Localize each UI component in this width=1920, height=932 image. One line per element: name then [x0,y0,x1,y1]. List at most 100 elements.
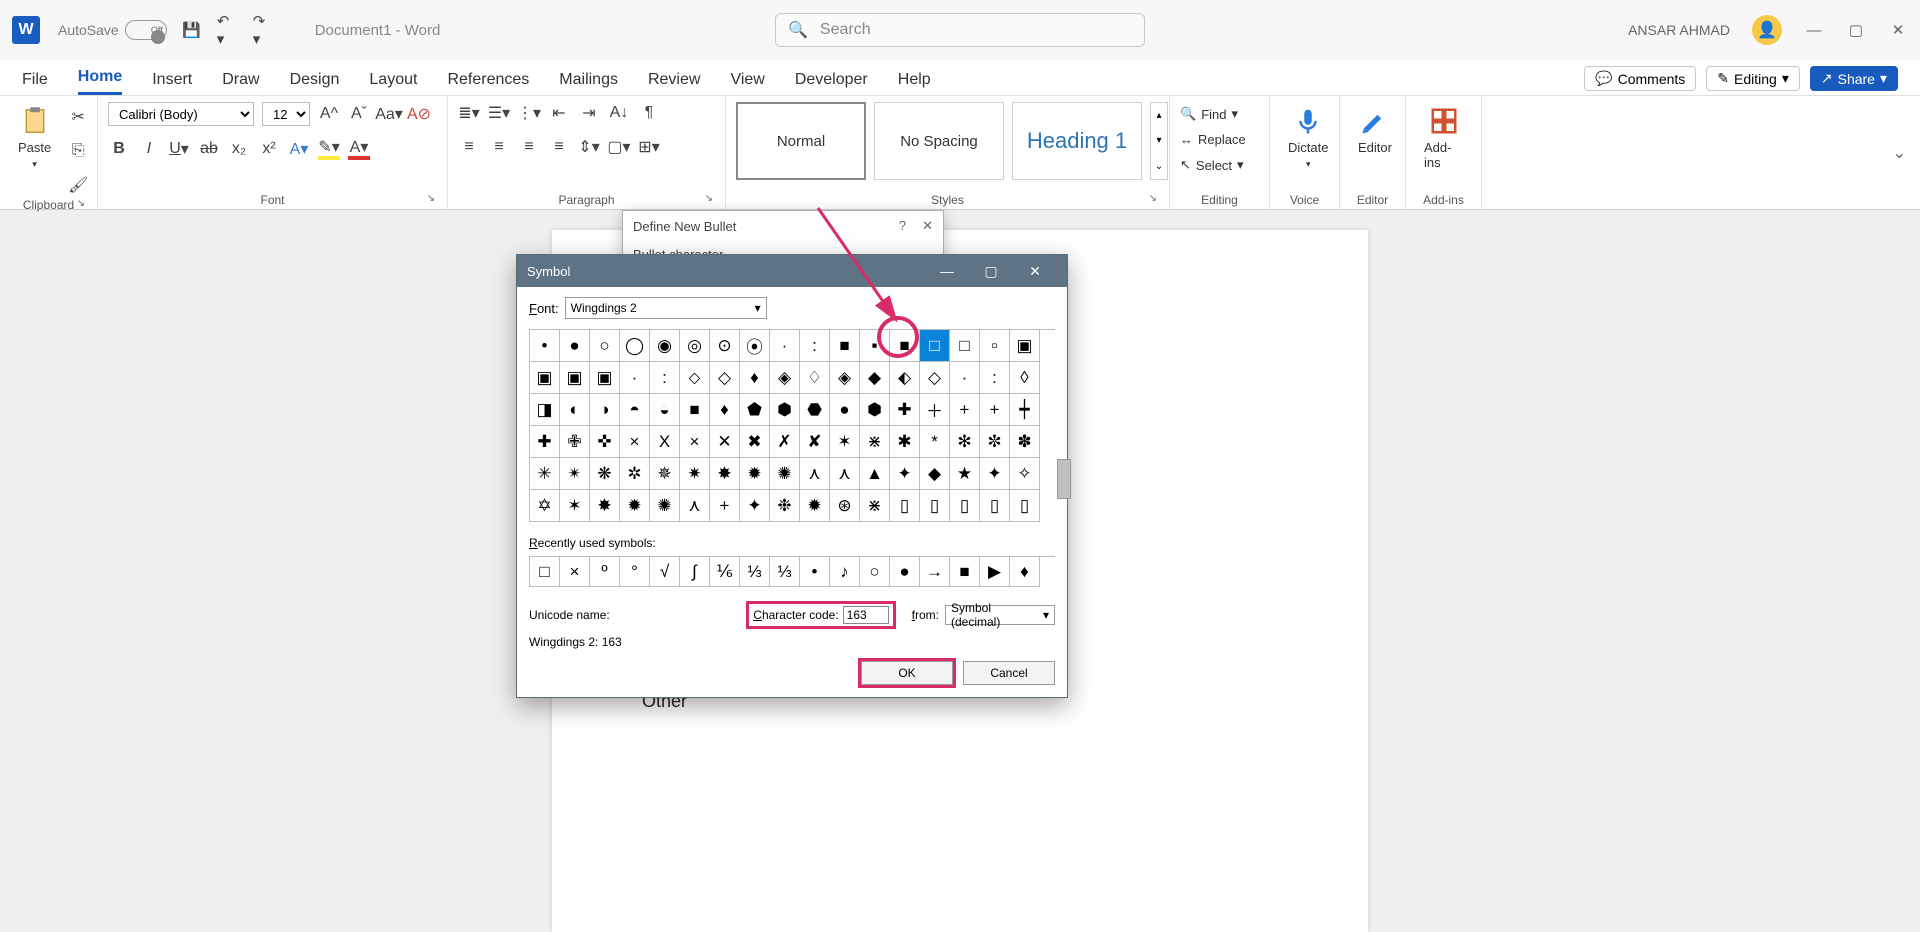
numbering-icon[interactable]: ☰▾ [488,102,510,124]
symbol-cell[interactable]: ▪ [860,330,890,362]
symbol-cell[interactable]: ❋ [590,458,620,490]
tab-design[interactable]: Design [290,71,340,95]
font-name-select[interactable]: Calibri (Body) [108,102,254,126]
symbol-cell[interactable]: ▲ [860,458,890,490]
symbol-cell[interactable]: ✹ [620,490,650,522]
tab-review[interactable]: Review [648,71,700,95]
symbol-cell[interactable]: ▯ [980,490,1010,522]
save-icon[interactable]: 💾 [181,19,203,41]
dialog-launcher-icon[interactable]: ↘ [705,193,713,204]
symbol-cell[interactable]: ✗ [770,426,800,458]
tab-insert[interactable]: Insert [152,71,192,95]
symbol-cell[interactable]: ○ [590,330,620,362]
symbol-cell[interactable]: ✙ [560,426,590,458]
symbol-cell[interactable]: ✻ [950,426,980,458]
symbol-cell[interactable]: ✸ [590,490,620,522]
cancel-button[interactable]: Cancel [963,661,1055,685]
symbol-cell[interactable]: ◐ [560,394,590,426]
decrease-indent-icon[interactable]: ⇤ [548,102,570,124]
borders-icon[interactable]: ⊞▾ [638,136,660,158]
editing-mode-button[interactable]: ✎ Editing ▾ [1706,66,1800,91]
symbol-cell[interactable]: : [650,362,680,394]
font-color-icon[interactable]: A▾ [348,138,370,160]
symbol-cell[interactable]: ⊛ [830,490,860,522]
maximize-icon[interactable]: ▢ [969,255,1013,287]
symbol-cell[interactable]: ＋ [920,394,950,426]
close-button[interactable]: ✕ [1888,20,1908,40]
symbol-cell[interactable]: ✡ [530,490,560,522]
align-left-icon[interactable]: ≡ [458,136,480,158]
symbol-cell[interactable]: ✧ [1010,458,1040,490]
tab-home[interactable]: Home [78,68,122,95]
tab-layout[interactable]: Layout [369,71,417,95]
symbol-cell[interactable]: ✸ [710,458,740,490]
symbol-cell[interactable]: ▣ [560,362,590,394]
symbol-cell[interactable]: ▣ [590,362,620,394]
scrollbar-thumb[interactable] [1057,459,1071,499]
symbol-cell[interactable]: □ [950,330,980,362]
charcode-input[interactable] [843,606,889,624]
symbol-cell[interactable]: ◆ [860,362,890,394]
symbol-cell[interactable]: : [800,330,830,362]
text-effects-icon[interactable]: A▾ [288,138,310,160]
symbol-cell[interactable]: ✶ [560,490,590,522]
symbol-cell[interactable]: ✚ [890,394,920,426]
recent-symbol-cell[interactable]: ⅓ [770,557,800,587]
symbol-cell[interactable]: ⋇ [860,426,890,458]
symbol-cell[interactable]: × [680,426,710,458]
symbol-cell[interactable]: • [530,330,560,362]
symbol-cell[interactable]: ◇ [920,362,950,394]
increase-font-icon[interactable]: A^ [318,103,340,125]
symbol-cell[interactable]: ■ [680,394,710,426]
recent-symbol-cell[interactable]: ⅙ [710,557,740,587]
symbol-cell[interactable]: · [770,330,800,362]
strikethrough-icon[interactable]: ab [198,138,220,160]
symbol-cell[interactable]: + [710,490,740,522]
symbol-cell[interactable]: + [950,394,980,426]
copy-icon[interactable]: ⎘ [67,140,89,162]
font-combo[interactable]: Wingdings 2 ▾ [565,297,767,319]
search-box[interactable]: 🔍 Search [775,13,1145,47]
recent-symbol-cell[interactable]: ∫ [680,557,710,587]
tab-draw[interactable]: Draw [222,71,259,95]
symbol-cell[interactable]: ◑ [590,394,620,426]
symbol-cell[interactable]: ◒ [650,394,680,426]
recent-symbol-cell[interactable]: ■ [950,557,980,587]
symbol-cell[interactable]: ▣ [1010,330,1040,362]
symbol-cell[interactable]: ✚ [530,426,560,458]
symbol-cell[interactable]: × [620,426,650,458]
symbol-cell[interactable]: ✹ [800,490,830,522]
recent-symbol-cell[interactable]: ♦ [1010,557,1040,587]
highlight-icon[interactable]: ✎▾ [318,138,340,160]
styles-down-icon[interactable]: ▾ [1151,135,1167,146]
symbol-cell[interactable]: ✽ [1010,426,1040,458]
line-spacing-icon[interactable]: ⇕▾ [578,136,600,158]
style-no-spacing[interactable]: No Spacing [874,102,1004,180]
symbol-cell[interactable]: ✳ [530,458,560,490]
symbol-cell[interactable]: ■ [830,330,860,362]
format-painter-icon[interactable]: 🖌 [67,174,89,196]
styles-up-icon[interactable]: ▴ [1151,110,1167,121]
show-marks-icon[interactable]: ¶ [638,102,660,124]
recent-symbol-cell[interactable]: º [590,557,620,587]
recent-symbol-cell[interactable]: → [920,557,950,587]
italic-icon[interactable]: I [138,138,160,160]
symbol-cell[interactable]: ✵ [650,458,680,490]
symbol-cell[interactable]: X [650,426,680,458]
symbol-cell[interactable]: ⬦ [680,362,710,394]
symbol-cell[interactable]: : [980,362,1010,394]
symbol-cell[interactable]: ✱ [890,426,920,458]
minimize-button[interactable]: — [1804,20,1824,40]
symbol-cell[interactable]: ⦿ [740,330,770,362]
symbol-cell[interactable]: ✦ [980,458,1010,490]
symbol-cell[interactable]: ✼ [980,426,1010,458]
symbol-cell[interactable]: ✖ [740,426,770,458]
minimize-icon[interactable]: — [925,255,969,287]
superscript-icon[interactable]: x² [258,138,280,160]
align-center-icon[interactable]: ≡ [488,136,510,158]
dialog-launcher-icon[interactable]: ↘ [1149,193,1157,204]
align-right-icon[interactable]: ≡ [518,136,540,158]
symbol-cell[interactable]: ✹ [740,458,770,490]
symbol-cell[interactable]: * [920,426,950,458]
help-icon[interactable]: ? [899,218,906,234]
